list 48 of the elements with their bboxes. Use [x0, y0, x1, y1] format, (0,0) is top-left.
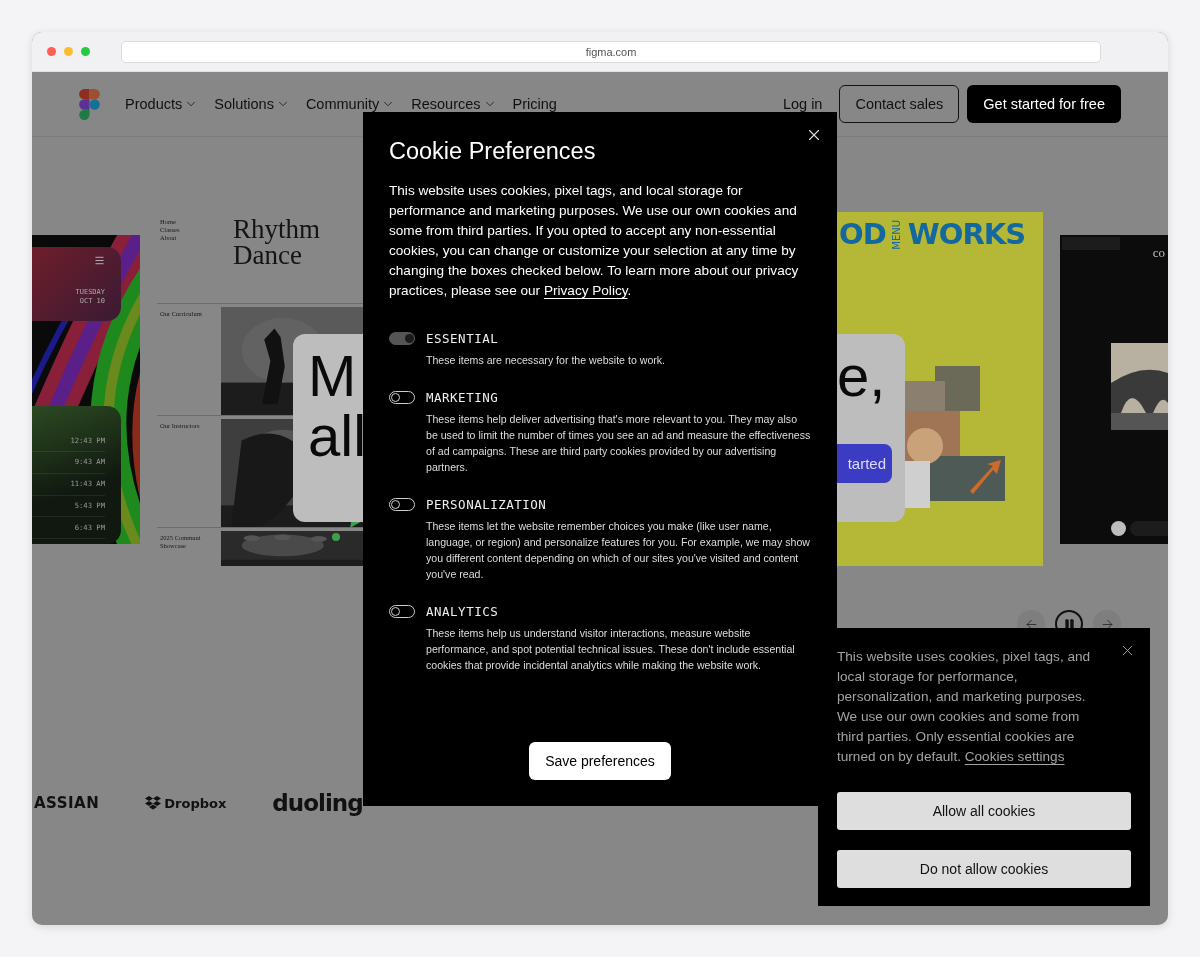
category-text: These items are necessary for the website to work.	[426, 353, 667, 368]
consent-button[interactable]: Do not allow cookies	[837, 850, 1131, 888]
logo-icon	[145, 796, 162, 810]
avatar-icon[interactable]	[1111, 520, 1126, 536]
top-bar	[1062, 236, 1120, 250]
dialog-text: This website uses cookies, pixel tags, and local storage for performance and marketing purposes. We use our own cookies and some from third parties. If you opted to accept any non-essential cookies, you can change or customize your selection at any time by changing the boxes checked below. To learn more about our privacy practices, please see our Privacy Policy.	[389, 182, 800, 300]
category-text: These items let the website remember choices you make (like user name, language, or region) and personalize features for you. For example, we may show you different content depending on which of our sites you've visited and content you've read.	[426, 519, 811, 582]
nav-link[interactable]: Resources	[411, 96, 497, 112]
address-bar[interactable]: figma.com	[121, 40, 1101, 63]
login-link[interactable]: Log in	[782, 96, 823, 112]
nav-link[interactable]: Community	[305, 96, 396, 112]
settings-link[interactable]: Cookies settings	[964, 749, 1065, 764]
logo-wordmark: duoling	[272, 790, 363, 816]
menu-icon[interactable]	[94, 254, 105, 266]
logo-wordmark: ASSIAN	[34, 794, 100, 812]
close-dot[interactable]	[47, 47, 56, 56]
banner-text: This website uses cookies, pixel tags, and local storage for performance, personalization, and marketing purposes. We use our own cookies and some from third parties. Only essential cookies are turned on by default. Cookies settings	[837, 648, 1092, 766]
hero-heading: M	[307, 346, 358, 406]
toggle-switch[interactable]	[389, 332, 415, 345]
category-label: PERSONALIZATION	[426, 497, 548, 512]
dialog-title: Cookie Preferences	[389, 138, 597, 165]
menu-title: OD	[839, 220, 886, 250]
logo-wordmark: Dropbox	[164, 795, 227, 811]
category-text: These items help us understand visitor interactions, measure website performance, and spot potential technical issues. These don't include essential cookies that provide incidental analytics while making the website work.	[426, 626, 796, 673]
maximize-dot[interactable]	[81, 47, 90, 56]
nav-link[interactable]: Solutions	[214, 96, 290, 112]
menu-title: WORKS	[907, 220, 1026, 250]
search-field[interactable]	[1130, 520, 1168, 536]
hero-heading: all	[307, 406, 363, 466]
hero-button[interactable]: tarted	[837, 444, 892, 483]
pause-icon	[1062, 617, 1076, 631]
consent-button[interactable]: Allow all cookies	[837, 792, 1131, 830]
nav-link[interactable]: Pricing	[512, 96, 557, 112]
category-label: ANALYTICS	[426, 604, 500, 619]
signup-button[interactable]: Get started for free	[967, 85, 1121, 123]
category-label: ESSENTIAL	[426, 331, 500, 346]
site-title: Rhythm	[233, 216, 320, 242]
privacy-link[interactable]: Privacy Policy	[543, 283, 628, 298]
category-text: These items help deliver advertising that's more relevant to you. They may also be used to limit the number of times you see an ad and measure the effectiveness of ad campaigns. These are third party cookies provided by our advertising partners.	[426, 412, 811, 475]
category-label: MARKETING	[426, 390, 500, 405]
hero-heading: e,	[837, 346, 887, 406]
menu-label: MENU	[890, 220, 903, 250]
site-title: co	[1152, 244, 1165, 261]
logo-icon[interactable]	[79, 88, 100, 120]
minimize-dot[interactable]	[64, 47, 73, 56]
save-button[interactable]: Save preferences	[529, 742, 671, 780]
nav-link[interactable]: Products	[125, 96, 199, 112]
contact-button[interactable]: Contact sales	[839, 85, 960, 123]
